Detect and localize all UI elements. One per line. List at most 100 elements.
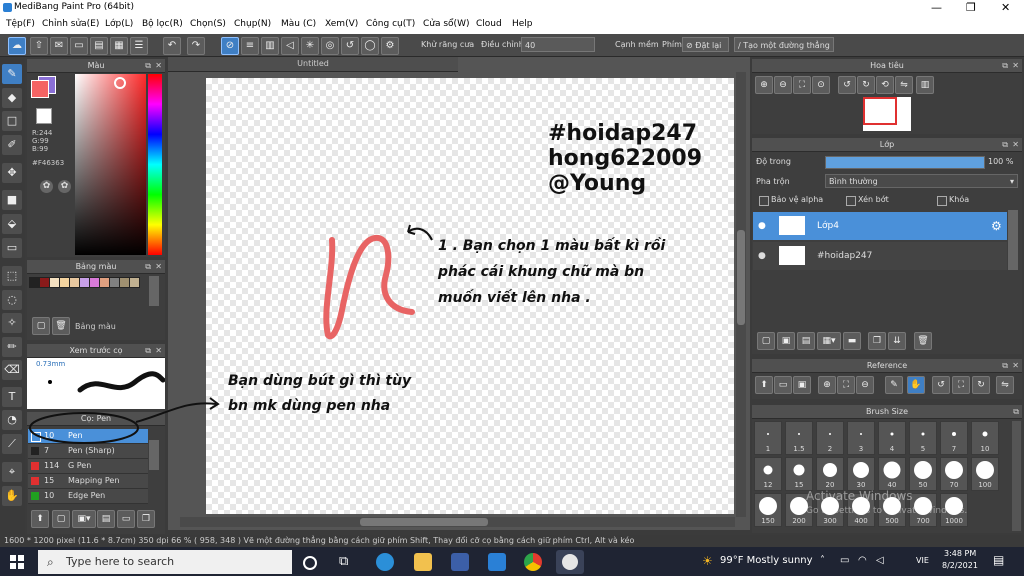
close-icon[interactable]: ✕ xyxy=(155,59,162,72)
select-eraser-tool-icon[interactable]: ⌫ xyxy=(2,360,22,380)
undock-icon[interactable]: ⧉ xyxy=(1002,359,1008,372)
gear-icon[interactable]: ⚙ xyxy=(991,212,1002,240)
clipping-checkbox[interactable] xyxy=(846,196,856,206)
fill-tool-icon[interactable]: ⬙ xyxy=(2,214,22,234)
maximize-button[interactable]: ❐ xyxy=(966,1,976,14)
reference-fit-icon[interactable]: ⛶ xyxy=(837,376,855,394)
rotate-left-icon[interactable]: ↺ xyxy=(838,76,856,94)
select-pen-tool-icon[interactable]: ✏ xyxy=(2,337,22,357)
brush-size-option[interactable]: 3 xyxy=(847,421,875,455)
share-icon[interactable]: ⇧ xyxy=(30,37,48,55)
close-button[interactable]: ✕ xyxy=(1001,1,1010,14)
menu-filter[interactable]: Bộ lọc(R) xyxy=(142,19,183,29)
magic-wand-tool-icon[interactable]: ✧ xyxy=(2,313,22,333)
color-picker-cursor[interactable] xyxy=(114,77,126,89)
minimize-button[interactable]: — xyxy=(931,1,942,14)
clock-date[interactable]: 8/2/2021 xyxy=(942,561,978,570)
reference-open-icon[interactable]: ▭ xyxy=(774,376,792,394)
brush-folder-icon[interactable]: ▤ xyxy=(97,510,115,528)
medibang-taskbar-button[interactable] xyxy=(556,550,584,574)
balloon-tool-icon[interactable]: ◔ xyxy=(2,410,22,430)
horizontal-scroll-thumb[interactable] xyxy=(360,518,488,526)
snap-off-icon[interactable]: ⊘ xyxy=(221,37,239,55)
undock-icon[interactable]: ⧉ xyxy=(1002,138,1008,151)
edge-icon[interactable] xyxy=(376,553,394,571)
reference-fit2-icon[interactable]: ⛶ xyxy=(952,376,970,394)
network-icon[interactable]: ▭ xyxy=(840,555,849,566)
rectangle-tool-icon[interactable]: ■ xyxy=(2,190,22,210)
horizontal-scrollbar[interactable] xyxy=(180,517,735,527)
brush-size-option[interactable]: 1.5 xyxy=(785,421,813,455)
blend-mode-select[interactable]: Bình thường ▾ xyxy=(825,174,1018,188)
reference-add-icon[interactable]: ⬆ xyxy=(755,376,773,394)
new-ruler-button[interactable]: ∕ Tạo một đường thẳng xyxy=(734,37,834,52)
pen-tool-icon[interactable]: ✐ xyxy=(2,135,22,155)
hand-tool-icon[interactable]: ✋ xyxy=(2,486,22,506)
task-view-circle-icon[interactable] xyxy=(303,556,317,570)
gradient-tool-icon[interactable]: ▭ xyxy=(2,238,22,258)
menu-edit[interactable]: Chỉnh sửa(E) xyxy=(42,19,99,29)
notification-icon[interactable]: ▤ xyxy=(993,553,1004,567)
menu-layer[interactable]: Lớp(L) xyxy=(105,19,133,29)
zoom-actual-icon[interactable]: ⊙ xyxy=(812,76,830,94)
brush-size-option[interactable]: 20 xyxy=(816,457,844,491)
tray-arrow-icon[interactable]: ˄ xyxy=(820,555,825,566)
document-icon[interactable]: ▤ xyxy=(90,37,108,55)
protect-alpha-checkbox[interactable] xyxy=(759,196,769,206)
undock-icon[interactable]: ⧉ xyxy=(1013,405,1019,418)
new-halftone-layer-icon[interactable]: ▣ xyxy=(777,332,795,350)
brush-copy-icon[interactable]: ▭ xyxy=(117,510,135,528)
weather-text[interactable]: 99°F Mostly sunny xyxy=(720,555,813,566)
mail-icon[interactable] xyxy=(488,553,506,571)
vertical-scrollbar[interactable] xyxy=(736,72,746,517)
store-icon[interactable] xyxy=(451,553,469,571)
brush-size-option[interactable]: 30 xyxy=(847,457,875,491)
duplicate-layer-icon[interactable]: ❐ xyxy=(868,332,886,350)
saturation-value-field[interactable] xyxy=(75,74,146,255)
brush-size-option[interactable]: 15 xyxy=(785,457,813,491)
reference-hand-icon[interactable]: ✋ xyxy=(907,376,925,394)
brush-size-scrollbar[interactable] xyxy=(1012,421,1021,531)
brush-duplicate-icon[interactable]: ❐ xyxy=(137,510,155,528)
brush-size-option[interactable]: 10 xyxy=(971,421,999,455)
settings-icon[interactable]: ⚙ xyxy=(381,37,399,55)
parallel-snap-icon[interactable]: ≡ xyxy=(241,37,259,55)
reset-button[interactable]: ⊘ Đặt lại xyxy=(682,37,729,52)
brush-tool-icon[interactable]: ✎ xyxy=(2,64,22,84)
zoom-in-icon[interactable]: ⊕ xyxy=(755,76,773,94)
navigator-thumbnail[interactable] xyxy=(863,97,911,131)
eye-icon[interactable]: ● xyxy=(758,212,766,240)
language-indicator[interactable]: VIE xyxy=(916,556,929,565)
new-layer-icon[interactable]: ▢ xyxy=(757,332,775,350)
brush-menu-icon[interactable]: ▣▾ xyxy=(72,510,96,528)
menu-color[interactable]: Màu (C) xyxy=(281,19,316,29)
brush-size-option[interactable]: 2 xyxy=(816,421,844,455)
grid-doc-icon[interactable]: ▦ xyxy=(110,37,128,55)
close-icon[interactable]: ✕ xyxy=(155,344,162,357)
eyedropper-tool-icon[interactable]: ⌖ xyxy=(2,462,22,482)
brush-size-option[interactable]: 100 xyxy=(971,457,999,491)
lasso-tool-icon[interactable]: ◌ xyxy=(2,290,22,310)
brush-size-option[interactable]: 5 xyxy=(909,421,937,455)
brush-size-option[interactable]: 50 xyxy=(909,457,937,491)
select-tool-icon[interactable]: ⬚ xyxy=(2,266,22,286)
brush-size-option[interactable]: 4 xyxy=(878,421,906,455)
main-color-swatch[interactable] xyxy=(31,80,49,98)
reference-delete-icon[interactable]: ▣ xyxy=(793,376,811,394)
new-brush-icon[interactable]: ▢ xyxy=(52,510,70,528)
brush-size-option[interactable]: 40 xyxy=(878,457,906,491)
lock-checkbox[interactable] xyxy=(937,196,947,206)
undock-icon[interactable]: ⧉ xyxy=(145,344,151,357)
reference-zoom-out-icon[interactable]: ⊖ xyxy=(856,376,874,394)
reference-rotate-left-icon[interactable]: ↺ xyxy=(932,376,950,394)
add-brush-icon[interactable]: ⬆ xyxy=(31,510,49,528)
wifi-icon[interactable]: ◠ xyxy=(858,555,867,566)
text-tool-icon[interactable]: T xyxy=(2,387,22,407)
delete-layer-icon[interactable]: 🗑 xyxy=(914,332,932,350)
perspective-snap-icon[interactable]: ◁ xyxy=(281,37,299,55)
close-icon[interactable]: ✕ xyxy=(155,260,162,273)
menu-snap[interactable]: Chụp(N) xyxy=(234,19,271,29)
reference-eyedropper-icon[interactable]: ✎ xyxy=(885,376,903,394)
brush-item[interactable]: 10 Edge Pen xyxy=(28,489,148,504)
brush-size-option[interactable]: 70 xyxy=(940,457,968,491)
